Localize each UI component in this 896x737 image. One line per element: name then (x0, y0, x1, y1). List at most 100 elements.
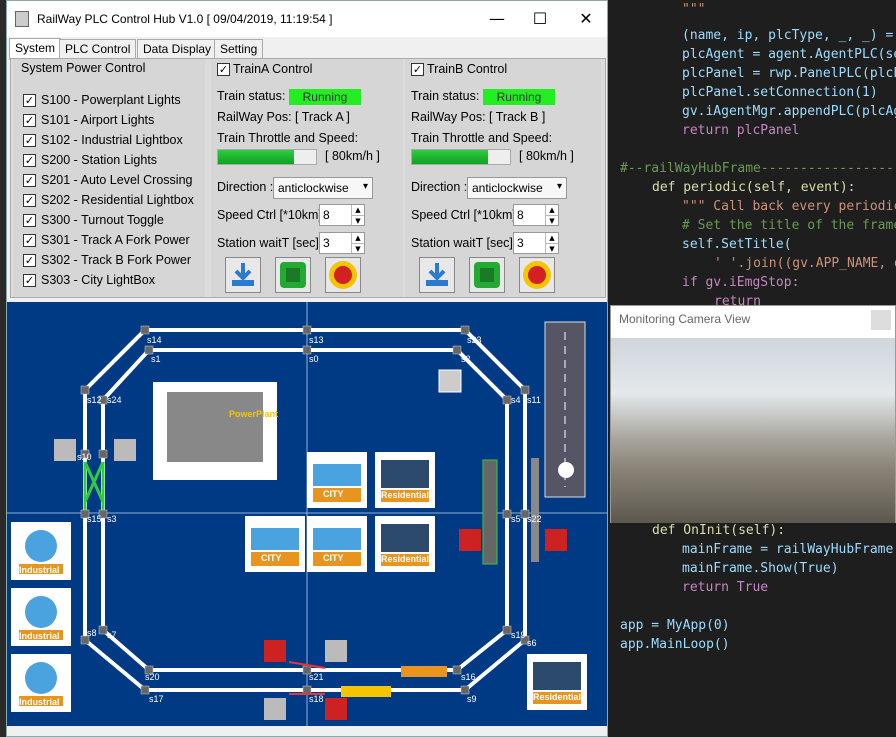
tab-data-display[interactable]: Data Display (137, 39, 218, 59)
trainB-direction-select[interactable]: anticlockwise ▾ (467, 177, 567, 199)
code-line: app.MainLoop() (620, 637, 730, 652)
sensor-label: s19 (511, 630, 526, 640)
trainB-wait-label: Station waitT [sec]: (411, 236, 517, 250)
tab-bar: System PLC Control Data Display Setting (7, 38, 607, 60)
trainA-status-label: Train status: (217, 89, 286, 103)
spinner-up-icon[interactable]: ▲ (351, 205, 364, 215)
trainB-throttle-bar (411, 149, 511, 165)
trainA-load-button[interactable] (225, 257, 261, 293)
power-checkbox[interactable]: ✓ (23, 194, 36, 207)
trainB-wait-spinner[interactable]: 3 ▲ ▼ (513, 232, 559, 254)
trainA-emergency-button[interactable] (325, 257, 361, 293)
spinner-down-icon[interactable]: ▼ (545, 243, 558, 253)
city-building-label: CITY (323, 489, 344, 499)
code-line: # Set the title of the frame (682, 218, 896, 233)
trainB-enable-checkbox[interactable]: ✓ (411, 63, 424, 76)
sensor-label: s6 (527, 638, 537, 648)
trainA-speed-ctrl-spinner[interactable]: 8 ▲ ▼ (319, 204, 365, 226)
sensor-label: s12 (87, 395, 102, 405)
tab-plc-control[interactable]: PLC Control (59, 39, 137, 59)
residential-building-label: Residential (381, 490, 430, 500)
trainB-stop-button[interactable] (469, 257, 505, 293)
minimize-button[interactable]: — (487, 9, 507, 29)
code-line: #--railWayHubFrame----------------- (620, 161, 894, 176)
app-icon (15, 11, 29, 27)
trainA-speed-ctrl-label: Speed Ctrl [*10km] (217, 208, 322, 222)
power-checkbox[interactable]: ✓ (23, 94, 36, 107)
sensor-label: s7 (107, 630, 117, 640)
spinner-up-icon[interactable]: ▲ (351, 233, 364, 243)
maximize-button[interactable]: ☐ (530, 9, 550, 29)
spinner-down-icon[interactable]: ▼ (351, 215, 364, 225)
powerplant-building-label: PowerPlant (229, 409, 279, 419)
code-line: self.SetTitle( (682, 237, 792, 252)
railway-map[interactable]: s14 s13 s23 s1 s0 s2 s12 s24 s11 s4 s15 s3 s22 s5 s8 s7… (7, 302, 607, 726)
sensor-label: s1 (151, 354, 161, 364)
trainA-status-badge: Running (289, 89, 361, 105)
stop-square-icon (280, 262, 306, 288)
tab-setting[interactable]: Setting (214, 39, 264, 59)
trainB-speed-value: [ 80km/h ] (519, 149, 574, 163)
spinner-down-icon[interactable]: ▼ (351, 243, 364, 253)
system-power-group: System Power Control ✓ S100 - Powerplant … (13, 59, 205, 297)
trainB-load-button[interactable] (419, 257, 455, 293)
sensor-label: s5 (511, 514, 521, 524)
download-icon (232, 263, 254, 286)
spinner-down-icon[interactable]: ▼ (545, 215, 558, 225)
trainA-stop-button[interactable] (275, 257, 311, 293)
power-checkbox[interactable]: ✓ (23, 214, 36, 227)
trainA-enable-checkbox[interactable]: ✓ (217, 63, 230, 76)
code-line: mainFrame.Show(True) (682, 561, 839, 576)
spinner-up-icon[interactable]: ▲ (545, 233, 558, 243)
industrial-building-label: Industrial (19, 631, 60, 641)
power-checkbox[interactable]: ✓ (23, 114, 36, 127)
spinner-value: 8 (517, 208, 524, 222)
trainA-speed-value: [ 80km/h ] (325, 149, 380, 163)
residential-building-label: Residential (381, 554, 430, 564)
power-checkbox[interactable]: ✓ (23, 254, 36, 267)
trainB-emergency-button[interactable] (519, 257, 555, 293)
trainA-title: TrainA Control (233, 62, 313, 76)
power-checkbox[interactable]: ✓ (23, 154, 36, 167)
close-button[interactable]: ✕ (576, 9, 596, 29)
code-line: """ (682, 2, 706, 17)
power-item-label: S301 - Track A Fork Power (41, 233, 190, 247)
trainA-wait-spinner[interactable]: 3 ▲ ▼ (319, 232, 365, 254)
spinner-up-icon[interactable]: ▲ (545, 205, 558, 215)
power-checkbox[interactable]: ✓ (23, 234, 36, 247)
power-checkbox[interactable]: ✓ (23, 174, 36, 187)
camera-close-button[interactable] (871, 310, 891, 330)
code-line: plcPanel = rwp.PanelPLC(plcE (682, 66, 896, 81)
code-line: (name, ip, plcType, _, _) = (682, 28, 896, 43)
sensor-label: s0 (309, 354, 319, 364)
tab-system[interactable]: System (9, 38, 62, 60)
power-checkbox[interactable]: ✓ (23, 134, 36, 147)
trainB-throttle-fill (412, 150, 489, 164)
trainB-position: RailWay Pos: [ Track B ] (411, 110, 546, 124)
code-line: gv.iAgentMgr.appendPLC(plcAg (682, 104, 896, 119)
sensor-label: s21 (309, 672, 324, 682)
trainA-throttle-label: Train Throttle and Speed: (217, 131, 359, 145)
sensor-label: s11 (527, 395, 541, 405)
city-building-label: CITY (261, 553, 282, 563)
city-building-label: CITY (323, 553, 344, 563)
industrial-building-label: Industrial (19, 565, 60, 575)
desktop: """ (name, ip, plcType, _, _) = plcAgent … (0, 0, 896, 737)
download-icon (426, 263, 448, 286)
code-line: """ Call back every periodic (682, 199, 896, 214)
trainB-speed-ctrl-spinner[interactable]: 8 ▲ ▼ (513, 204, 559, 226)
power-item-label: S202 - Residential Lightbox (41, 193, 194, 207)
trainA-direction-select[interactable]: anticlockwise ▾ (273, 177, 373, 199)
power-item-label: S101 - Airport Lights (41, 113, 155, 127)
sensor-label: s15 (87, 514, 102, 524)
trainB-status-badge: Running (483, 89, 555, 105)
sensor-label: s14 (147, 335, 162, 345)
code-line: def periodic(self, event): (652, 180, 856, 195)
title-bar[interactable]: RailWay PLC Control Hub V1.0 [ 09/04/201… (7, 1, 607, 37)
code-line: ' '.join((gv.APP_NAME, d (714, 256, 896, 271)
trainA-position: RailWay Pos: [ Track A ] (217, 110, 350, 124)
power-item-label: S302 - Track B Fork Power (41, 253, 192, 267)
sensor-label: s16 (461, 672, 476, 682)
power-checkbox[interactable]: ✓ (23, 274, 36, 287)
power-item-label: S300 - Turnout Toggle (41, 213, 164, 227)
